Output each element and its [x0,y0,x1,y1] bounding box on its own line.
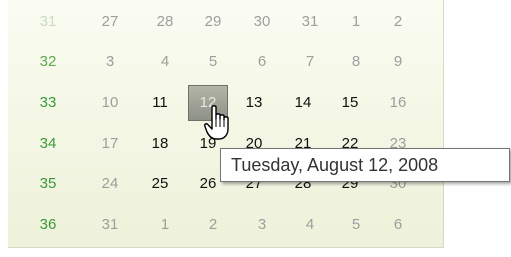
calendar-day[interactable]: 18 [142,126,178,162]
calendar-day[interactable]: 17 [92,126,128,162]
calendar-day[interactable]: 14 [285,85,321,121]
week-number: 35 [39,175,57,192]
calendar-day[interactable]: 24 [92,166,128,202]
week-row: 36 31 1 2 3 4 5 6 [8,207,444,243]
week-number: 33 [39,94,57,111]
calendar-day[interactable]: 15 [332,85,368,121]
calendar-day[interactable]: 6 [380,207,416,243]
calendar-day[interactable]: 3 [92,44,128,80]
calendar-day[interactable]: 5 [338,207,374,243]
calendar-day[interactable]: 6 [244,44,280,80]
calendar-day[interactable]: 2 [380,4,416,40]
calendar-day[interactable]: 4 [292,207,328,243]
calendar-day[interactable]: 25 [142,166,178,202]
calendar-day[interactable]: 7 [292,44,328,80]
calendar-day[interactable]: 4 [147,44,183,80]
calendar-day[interactable]: 16 [380,85,416,121]
calendar-day[interactable]: 31 [92,207,128,243]
week-number: 36 [39,216,57,233]
calendar-day[interactable]: 5 [195,44,231,80]
calendar-day[interactable]: 1 [338,4,374,40]
calendar-day[interactable]: 1 [147,207,183,243]
week-row: 31 27 28 29 30 31 1 2 [8,4,444,40]
week-number: 34 [39,135,57,152]
calendar-day[interactable]: 2 [195,207,231,243]
calendar-day[interactable]: 11 [142,85,178,121]
hand-pointer-icon [204,105,229,140]
calendar-day[interactable]: 9 [380,44,416,80]
calendar-day[interactable]: 29 [195,4,231,40]
calendar-day[interactable]: 13 [236,85,272,121]
calendar-day[interactable]: 10 [92,85,128,121]
date-tooltip: Tuesday, August 12, 2008 [220,148,510,182]
calendar-day[interactable]: 28 [147,4,183,40]
calendar-day[interactable]: 27 [92,4,128,40]
week-row: 32 3 4 5 6 7 8 9 [8,44,444,80]
week-number: 31 [39,13,57,30]
calendar-day[interactable]: 30 [244,4,280,40]
calendar-day[interactable]: 8 [338,44,374,80]
calendar-day[interactable]: 31 [292,4,328,40]
calendar-day[interactable]: 3 [244,207,280,243]
week-number: 32 [39,53,57,70]
